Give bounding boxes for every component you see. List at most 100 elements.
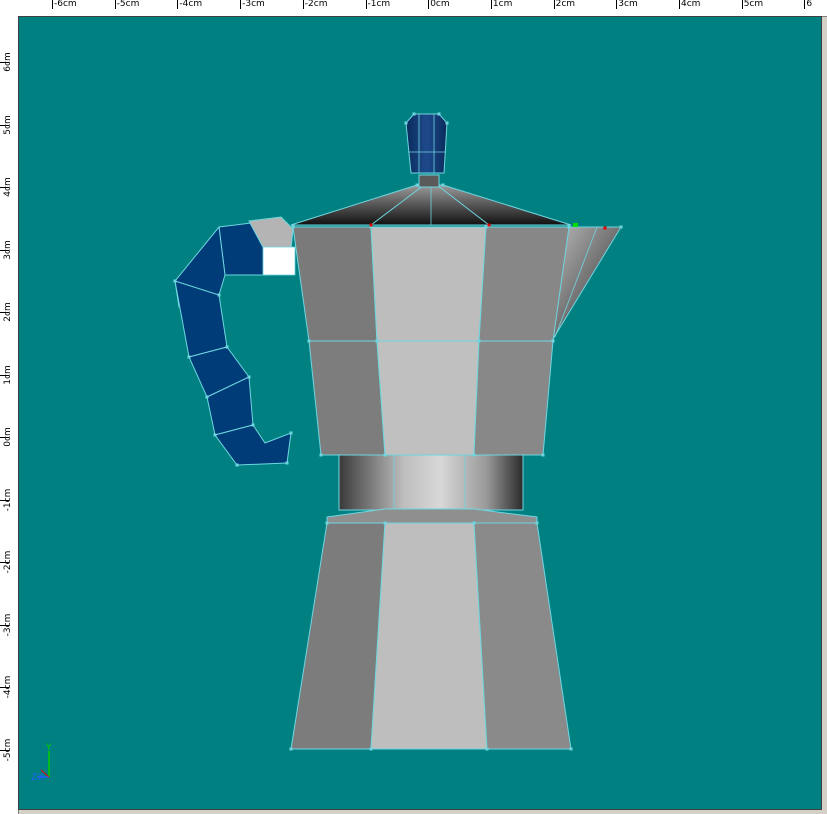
scene-svg[interactable]: Y Z X: [19, 17, 821, 809]
ruler-label: 2cm: [555, 0, 576, 9]
upper-center-top-facet: [370, 226, 487, 342]
ruler-label: 5cm: [743, 0, 764, 9]
knob-stem: [418, 174, 440, 188]
mesh-vertex[interactable]: [437, 112, 441, 116]
waist-band[interactable]: [326, 454, 538, 524]
mesh-vertex[interactable]: [404, 121, 408, 125]
upper-center-bottom-facet: [376, 340, 480, 456]
ruler-label: 2cm: [3, 302, 13, 322]
mesh-vertex[interactable]: [477, 339, 481, 343]
mesh-vertex[interactable]: [251, 423, 255, 427]
ruler-label: -3cm: [242, 0, 265, 9]
ruler-label: -4cm: [179, 0, 203, 9]
ruler-label-wrap: 2cm: [1, 292, 15, 332]
mesh-vertex[interactable]: [541, 453, 545, 457]
ruler-label: 1cm: [3, 364, 13, 385]
mesh-vertex[interactable]: [445, 121, 449, 125]
ruler-label: -4cm: [3, 675, 13, 699]
mesh-vertex[interactable]: [173, 279, 177, 283]
mesh-vertex[interactable]: [213, 433, 217, 437]
ruler-tick: [679, 0, 680, 9]
mesh-vertex[interactable]: [289, 747, 293, 751]
ruler-label-wrap: -1cm: [1, 480, 15, 520]
front-viewport[interactable]: Y Z X: [18, 16, 822, 810]
horizontal-ruler: -6cm -5cm -4cm -3cm -2cm -1cm 0cm 1cm 2cm 3cm 4cm 5…: [18, 0, 827, 17]
lid-knob[interactable]: [405, 113, 448, 188]
ruler-label: 4cm: [681, 0, 701, 9]
mesh-vertex[interactable]: [217, 293, 221, 297]
axis-z-label: Z: [31, 773, 37, 783]
ruler-label-wrap: 5cm: [1, 105, 15, 145]
mesh-vertex[interactable]: [415, 183, 419, 187]
lid[interactable]: [290, 184, 572, 226]
axis-gizmo: Y Z X: [31, 743, 52, 783]
ruler-tick: [428, 0, 430, 9]
mesh-vertex[interactable]: [375, 339, 379, 343]
mesh-vertex[interactable]: [485, 747, 489, 751]
ruler-label-wrap: -3cm: [1, 605, 15, 645]
ruler-label: -1cm: [367, 0, 391, 9]
ruler-label-wrap: -2cm: [1, 542, 15, 582]
ruler-label: -2cm: [304, 0, 328, 9]
mesh-vertex[interactable]: [247, 375, 251, 379]
mesh-vertex[interactable]: [225, 345, 229, 349]
ruler-label: -5cm: [116, 0, 140, 9]
axis-y-label: Y: [45, 743, 52, 753]
ruler-tick: [804, 0, 806, 9]
ruler-tick: [114, 0, 116, 9]
modeling-app: -6cm -5cm -4cm -3cm -2cm -1cm 0cm 1cm 2cm 3cm 4cm 5…: [0, 0, 827, 814]
ruler-label: 5cm: [3, 114, 13, 135]
mesh-vertex[interactable]: [412, 112, 416, 116]
mesh-vertex-highlight[interactable]: [369, 223, 373, 227]
mesh-vertex[interactable]: [472, 521, 476, 525]
ruler-label-wrap: -5cm: [1, 730, 15, 770]
ruler-label-wrap: 1cm: [1, 355, 15, 395]
mesh-vertex-highlight[interactable]: [603, 226, 607, 230]
ruler-label: 6cm: [3, 52, 13, 72]
handle-gap: [262, 246, 296, 276]
axis-x-label: X: [38, 773, 44, 783]
mesh-vertex-highlight[interactable]: [487, 223, 491, 227]
lower-body[interactable]: [290, 522, 572, 750]
ruler-label: 4cm: [3, 177, 13, 197]
mesh-vertex[interactable]: [569, 747, 573, 751]
mesh-vertex[interactable]: [619, 225, 623, 229]
ruler-tick: [302, 0, 304, 9]
mesh-vertex[interactable]: [472, 453, 476, 457]
mesh-vertex[interactable]: [567, 225, 571, 229]
mesh-vertex[interactable]: [484, 225, 488, 229]
ruler-label: 3cm: [618, 0, 638, 9]
ruler-label: 6: [806, 0, 813, 9]
ruler-label-wrap: -4cm: [1, 667, 15, 707]
mesh-vertex[interactable]: [187, 355, 191, 359]
mesh-vertex[interactable]: [291, 225, 295, 229]
mesh-vertex[interactable]: [307, 339, 311, 343]
mesh-vertex[interactable]: [383, 521, 387, 525]
mesh-vertex[interactable]: [319, 453, 323, 457]
ruler-label: -3cm: [3, 613, 13, 636]
handle[interactable]: [174, 216, 296, 466]
mesh-vertex[interactable]: [441, 183, 445, 187]
mesh-vertex[interactable]: [369, 747, 373, 751]
upper-right-bottom-facet: [473, 340, 554, 456]
lower-center-facet: [370, 522, 488, 750]
mesh-vertex[interactable]: [285, 461, 289, 465]
ruler-label: -6cm: [54, 0, 77, 9]
ruler-label-wrap: 3cm: [1, 230, 15, 270]
ruler-tick: [553, 0, 555, 9]
ruler-tick: [490, 0, 492, 9]
mesh-vertex[interactable]: [205, 395, 209, 399]
ruler-corner: [0, 0, 18, 16]
upper-body[interactable]: [292, 226, 570, 456]
knob-body: [405, 113, 448, 174]
ruler-label: 1cm: [492, 0, 513, 9]
mesh-vertex[interactable]: [325, 521, 329, 525]
mesh-vertex[interactable]: [289, 431, 293, 435]
mesh-vertex[interactable]: [383, 453, 387, 457]
ruler-label: -5cm: [3, 738, 13, 761]
mesh-vertex[interactable]: [235, 463, 239, 467]
mesh-vertex[interactable]: [551, 339, 555, 343]
mesh-vertex-selected[interactable]: [573, 223, 578, 227]
mesh-vertex[interactable]: [535, 521, 539, 525]
upper-left-bottom-facet: [308, 340, 386, 456]
